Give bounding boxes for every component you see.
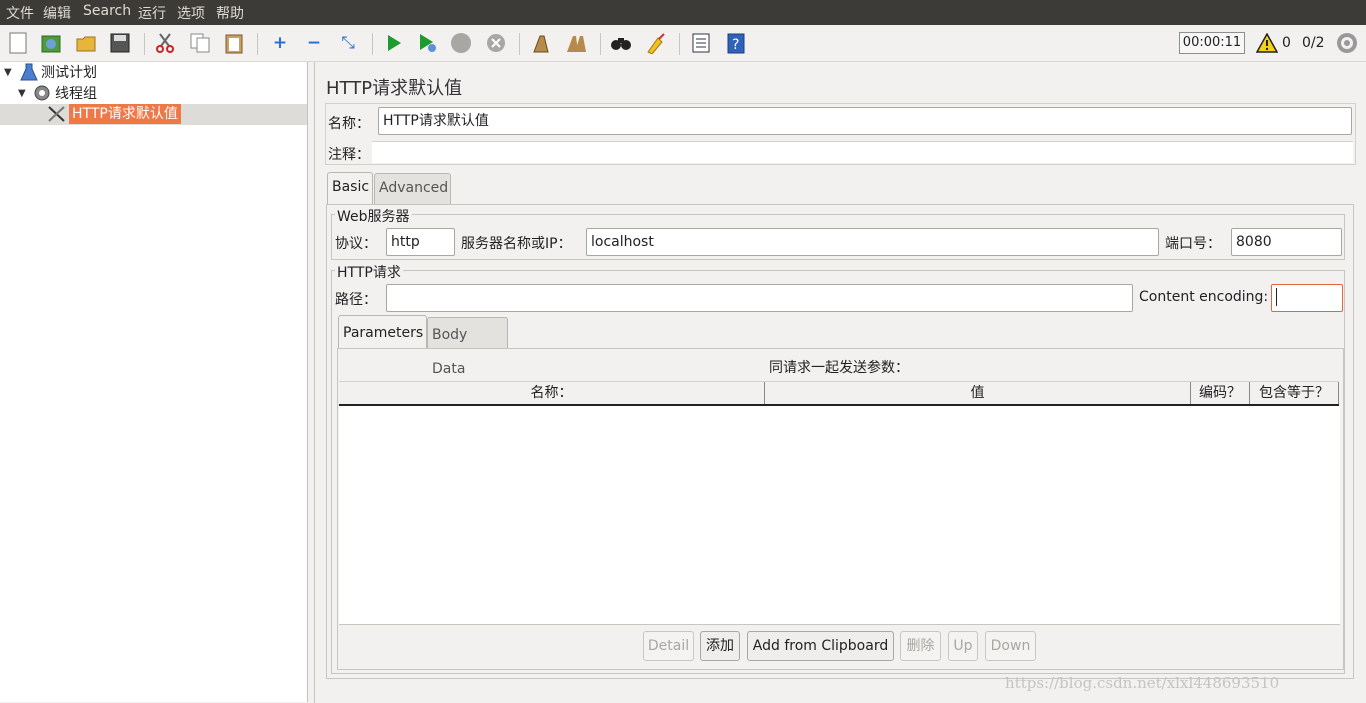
menu-help[interactable]: 帮助 (216, 3, 244, 23)
open-icon[interactable] (74, 31, 98, 55)
tab-body-data[interactable]: Body Data (427, 317, 508, 377)
warning-icon[interactable] (1255, 32, 1279, 57)
tree-node-label: 测试计划 (41, 65, 97, 81)
stop-icon[interactable] (449, 31, 473, 55)
menu-file[interactable]: 文件 (6, 3, 34, 23)
protocol-input[interactable]: http (386, 228, 455, 256)
name-label: 名称： (328, 116, 370, 132)
path-input[interactable] (386, 284, 1133, 312)
menu-search[interactable]: Search (83, 3, 131, 19)
templates-icon[interactable] (39, 31, 63, 55)
add-from-clipboard-button[interactable]: Add from Clipboard (747, 631, 894, 661)
collapse-arrow-icon[interactable]: ▼ (18, 88, 26, 99)
encoding-label: Content encoding: (1139, 289, 1269, 305)
flask-icon (20, 63, 38, 81)
new-icon[interactable] (6, 31, 30, 55)
column-header-value[interactable]: 值 (765, 382, 1190, 404)
params-table-body[interactable] (339, 406, 1340, 625)
warning-count: 0 (1282, 35, 1291, 51)
detail-button[interactable]: Detail (643, 631, 694, 661)
help-icon[interactable]: ? (724, 31, 748, 55)
status-indicator-icon[interactable] (1336, 32, 1358, 58)
collapse-arrow-icon[interactable]: ▼ (4, 67, 12, 78)
comment-label: 注释： (328, 147, 370, 163)
search-icon[interactable] (609, 31, 633, 55)
gear-icon (34, 85, 50, 101)
server-label: 服务器名称或IP： (461, 236, 572, 252)
comment-input[interactable] (372, 141, 1353, 163)
collapse-icon[interactable]: − (302, 31, 326, 55)
add-button[interactable]: 添加 (700, 631, 740, 661)
tree-node-thread-group[interactable]: 线程组 (33, 83, 97, 103)
test-plan-tree (0, 62, 308, 702)
reset-search-icon[interactable] (643, 31, 667, 55)
active-threads: 0/2 (1302, 35, 1325, 51)
menu-options[interactable]: 选项 (177, 3, 205, 23)
menu-bar: 文件 编辑 Search 运行 选项 帮助 (0, 0, 1366, 25)
column-header-name[interactable]: 名称： (339, 382, 764, 404)
menu-edit[interactable]: 编辑 (43, 3, 71, 23)
tab-advanced[interactable]: Advanced (374, 173, 451, 204)
protocol-label: 协议： (335, 236, 377, 252)
page-title: HTTP请求默认值 (326, 78, 463, 99)
start-no-pauses-icon[interactable] (415, 31, 439, 55)
name-input[interactable]: HTTP请求默认值 (378, 107, 1352, 135)
cut-icon[interactable] (153, 31, 177, 55)
function-helper-icon[interactable] (689, 31, 713, 55)
save-icon[interactable] (108, 31, 132, 55)
tree-node-label: 线程组 (55, 86, 97, 102)
tab-basic[interactable]: Basic (327, 172, 373, 204)
toolbar: + − ⤡ ? (0, 25, 1366, 62)
tree-node-label-selected: HTTP请求默认值 (69, 104, 181, 124)
path-label: 路径： (335, 292, 377, 308)
column-header-include-equals[interactable]: 包含等于？ (1250, 382, 1338, 404)
encoding-input[interactable] (1271, 284, 1343, 312)
parameters-caption: 同请求一起发送参数： (769, 360, 909, 376)
port-label: 端口号： (1165, 236, 1221, 252)
column-header-encode[interactable]: 编码？ (1191, 382, 1249, 404)
start-icon[interactable] (382, 31, 406, 55)
clear-all-icon[interactable] (564, 31, 588, 55)
menu-run[interactable]: 运行 (138, 3, 166, 23)
clear-icon[interactable] (529, 31, 553, 55)
toggle-icon[interactable]: ⤡ (336, 31, 360, 55)
text-cursor (1276, 288, 1277, 306)
web-server-title: Web服务器 (335, 206, 412, 226)
expand-icon[interactable]: + (268, 31, 292, 55)
shutdown-icon[interactable] (484, 31, 508, 55)
svg-text:?: ? (732, 37, 739, 53)
tab-parameters[interactable]: Parameters (338, 315, 427, 349)
tree-node-http-defaults[interactable]: HTTP请求默认值 (47, 104, 181, 124)
tools-icon (48, 106, 65, 122)
up-button[interactable]: Up (948, 631, 978, 661)
delete-button[interactable]: 删除 (900, 631, 941, 661)
pane-divider (314, 62, 315, 703)
tree-node-test-plan[interactable]: 测试计划 (20, 62, 97, 82)
port-input[interactable]: 8080 (1231, 228, 1342, 256)
server-input[interactable]: localhost (586, 228, 1159, 256)
watermark: https://blog.csdn.net/xlxl448693510 (1005, 674, 1280, 692)
down-button[interactable]: Down (985, 631, 1036, 661)
elapsed-timer: 00:00:11 (1179, 32, 1245, 54)
copy-icon[interactable] (188, 31, 212, 55)
paste-icon[interactable] (222, 31, 246, 55)
http-request-title: HTTP请求 (335, 262, 403, 282)
